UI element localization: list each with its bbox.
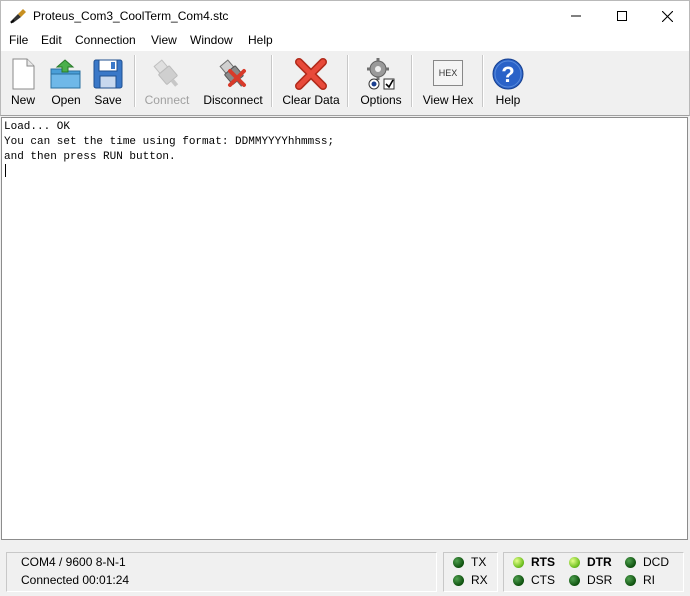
ri-label: RI — [643, 573, 655, 587]
menu-help[interactable]: Help — [248, 33, 273, 47]
menu-window[interactable]: Window — [190, 33, 233, 47]
ri-led-icon — [625, 575, 636, 586]
menu-file[interactable]: File — [9, 33, 28, 47]
options-button[interactable]: Options — [356, 53, 406, 111]
terminal-line: Load... OK — [4, 121, 71, 133]
close-icon — [661, 10, 673, 22]
usb-plug-icon — [153, 59, 179, 87]
view-hex-label: View Hex — [422, 93, 474, 107]
toolbar: New Open Save Connect Disconnect Clear D… — [0, 51, 690, 116]
connect-label: Connect — [144, 93, 190, 107]
view-hex-button[interactable]: HEX View Hex — [419, 53, 477, 111]
rts-led-icon[interactable] — [513, 557, 524, 568]
minimize-icon — [571, 15, 581, 17]
dcd-label: DCD — [643, 555, 669, 569]
disconnect-plug-icon — [219, 59, 246, 87]
help-question-icon: ? — [492, 58, 524, 90]
rx-label: RX — [471, 573, 488, 587]
minimize-button[interactable] — [553, 1, 599, 31]
window-title: Proteus_Com3_CoolTerm_Com4.stc — [33, 9, 229, 23]
connect-button[interactable]: Connect — [141, 53, 193, 111]
dsr-led-icon — [569, 575, 580, 586]
connection-time: Connected 00:01:24 — [21, 573, 130, 587]
dtr-label: DTR — [587, 555, 612, 569]
open-label: Open — [51, 93, 81, 107]
dcd-led-icon — [625, 557, 636, 568]
disconnect-button[interactable]: Disconnect — [200, 53, 266, 111]
cts-led-icon — [513, 575, 524, 586]
open-button[interactable]: Open — [46, 53, 86, 111]
connection-status-panel: COM4 / 9600 8-N-1 Connected 00:01:24 — [6, 552, 437, 592]
port-settings: COM4 / 9600 8-N-1 — [21, 555, 126, 569]
save-label: Save — [94, 93, 122, 107]
new-label: New — [10, 93, 35, 107]
rts-label: RTS — [531, 555, 555, 569]
new-button[interactable]: New — [5, 53, 41, 111]
tx-label: TX — [471, 555, 487, 569]
menu-connection[interactable]: Connection — [75, 33, 136, 47]
help-button[interactable]: ? Help — [490, 53, 526, 111]
clear-x-icon — [295, 58, 327, 90]
clear-data-label: Clear Data — [282, 93, 340, 107]
tx-rx-panel: TX RX — [443, 552, 498, 592]
signal-lines-panel: RTS CTS DTR DSR DCD RI — [503, 552, 684, 592]
dtr-led-icon[interactable] — [569, 557, 580, 568]
toolbar-separator — [411, 55, 413, 107]
terminal-output[interactable]: Load... OK You can set the time using fo… — [1, 117, 688, 540]
svg-text:?: ? — [501, 62, 514, 87]
status-bar: COM4 / 9600 8-N-1 Connected 00:01:24 TX … — [0, 540, 690, 596]
title-bar[interactable]: Proteus_Com3_CoolTerm_Com4.stc — [0, 0, 690, 31]
menu-bar: File Edit Connection View Window Help — [0, 31, 690, 51]
help-label: Help — [495, 93, 521, 107]
cts-label: CTS — [531, 573, 555, 587]
dsr-label: DSR — [587, 573, 613, 587]
text-cursor — [5, 164, 6, 177]
toolbar-separator — [134, 55, 136, 107]
tx-led-icon — [453, 557, 464, 568]
app-icon — [10, 9, 26, 24]
save-disk-icon — [93, 59, 123, 89]
options-label: Options — [360, 93, 402, 107]
options-gear-icon — [367, 58, 395, 90]
save-button[interactable]: Save — [90, 53, 126, 111]
toolbar-separator — [482, 55, 484, 107]
maximize-button[interactable] — [599, 1, 645, 31]
new-file-icon — [12, 58, 35, 90]
clear-data-button[interactable]: Clear Data — [281, 53, 341, 111]
close-button[interactable] — [644, 1, 690, 31]
maximize-icon — [617, 11, 627, 21]
open-folder-icon — [50, 59, 81, 89]
menu-view[interactable]: View — [151, 33, 177, 47]
toolbar-separator — [271, 55, 273, 107]
terminal-line: You can set the time using format: DDMMY… — [4, 136, 335, 148]
menu-edit[interactable]: Edit — [41, 33, 62, 47]
disconnect-label: Disconnect — [203, 93, 263, 107]
toolbar-separator — [347, 55, 349, 107]
rx-led-icon — [453, 575, 464, 586]
terminal-line: and then press RUN button. — [4, 151, 176, 163]
hex-icon: HEX — [433, 60, 463, 86]
